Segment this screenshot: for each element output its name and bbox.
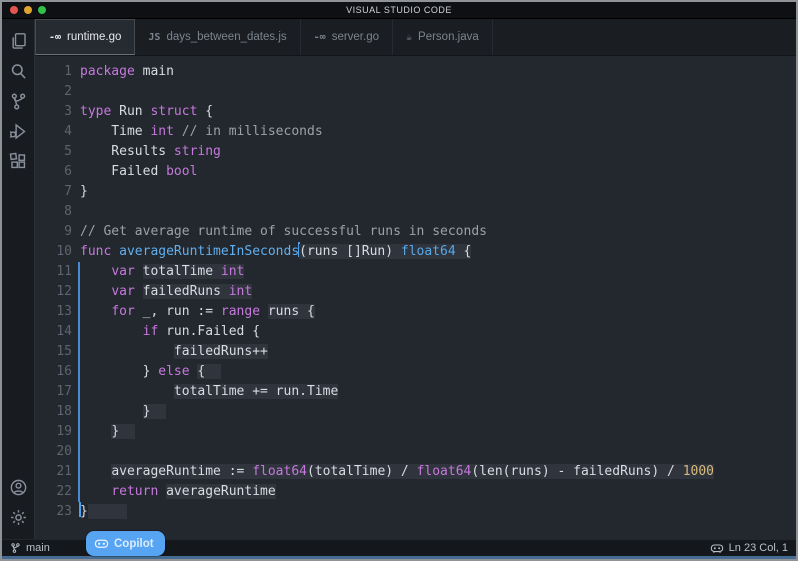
tab-label: Person.java	[418, 31, 479, 43]
line-number: 3	[35, 102, 72, 122]
line-number: 4	[35, 122, 72, 142]
window-bottom-edge	[2, 556, 796, 559]
run-and-debug-icon[interactable]	[4, 117, 32, 145]
code-line[interactable]: 21 averageRuntime := float64(totalTime) …	[35, 462, 796, 482]
code-line[interactable]: 15 failedRuns++	[35, 342, 796, 362]
line-number: 11	[35, 262, 72, 282]
git-branch-icon	[10, 542, 21, 554]
tab-bar: -∞ runtime.go JS days_between_dates.js -…	[35, 19, 796, 56]
go-icon: -∞	[49, 32, 61, 43]
code-line[interactable]: 9// Get average runtime of successful ru…	[35, 222, 796, 242]
explorer-icon[interactable]	[4, 27, 32, 55]
java-icon: ☕	[406, 32, 412, 43]
tab-person-java[interactable]: ☕ Person.java	[393, 19, 493, 55]
activity-bar	[2, 19, 35, 539]
code-line[interactable]: 12 var failedRuns int	[35, 282, 796, 302]
code-line[interactable]: 11 var totalTime int	[35, 262, 796, 282]
line-number: 9	[35, 222, 72, 242]
line-number: 8	[35, 202, 72, 222]
code-line[interactable]: 6 Failed bool	[35, 162, 796, 182]
js-icon: JS	[148, 32, 160, 43]
code-line[interactable]: 13 for _, run := range runs {	[35, 302, 796, 322]
search-icon[interactable]	[4, 57, 32, 85]
line-number: 2	[35, 82, 72, 102]
code-line[interactable]: 22 return averageRuntime	[35, 482, 796, 502]
copilot-badge-label: Copilot	[114, 538, 154, 550]
tab-server-go[interactable]: -∞ server.go	[301, 19, 393, 55]
code-line[interactable]: 17 totalTime += run.Time	[35, 382, 796, 402]
line-number: 21	[35, 462, 72, 482]
tab-label: runtime.go	[67, 31, 121, 43]
copilot-badge[interactable]: Copilot	[86, 531, 165, 556]
line-number: 12	[35, 282, 72, 302]
code-lines: 1package main23type Run struct {4 Time i…	[35, 56, 796, 522]
go-icon: -∞	[314, 32, 326, 43]
editor[interactable]: 1package main23type Run struct {4 Time i…	[35, 56, 796, 539]
active-indent-guide	[78, 262, 80, 502]
line-number: 6	[35, 162, 72, 182]
code-line[interactable]: 20	[35, 442, 796, 462]
code-line[interactable]: 18 }	[35, 402, 796, 422]
line-number: 17	[35, 382, 72, 402]
branch-name: main	[26, 542, 50, 554]
line-number: 13	[35, 302, 72, 322]
tab-label: days_between_dates.js	[166, 31, 286, 43]
git-branch-indicator[interactable]: main	[10, 542, 50, 554]
line-number: 1	[35, 62, 72, 82]
code-line[interactable]: 10func averageRuntimeInSeconds(runs []Ru…	[35, 242, 796, 262]
line-number: 23	[35, 502, 72, 522]
code-line[interactable]: 8	[35, 202, 796, 222]
tab-days-between-dates-js[interactable]: JS days_between_dates.js	[135, 19, 300, 55]
line-number: 16	[35, 362, 72, 382]
vscode-window: Visual Studio Code	[0, 0, 798, 561]
code-line[interactable]: 16 } else {	[35, 362, 796, 382]
window-title: Visual Studio Code	[2, 5, 796, 15]
code-line[interactable]: 23}	[35, 502, 796, 522]
copilot-icon	[94, 538, 109, 550]
line-number: 7	[35, 182, 72, 202]
line-number: 18	[35, 402, 72, 422]
code-line[interactable]: 4 Time int // in milliseconds	[35, 122, 796, 142]
line-number: 5	[35, 142, 72, 162]
cursor-position: Ln 23 Col, 1	[729, 542, 788, 554]
line-number: 20	[35, 442, 72, 462]
cursor-position-indicator[interactable]: Ln 23 Col, 1	[710, 542, 788, 554]
line-number: 14	[35, 322, 72, 342]
code-line[interactable]: 7}	[35, 182, 796, 202]
account-icon[interactable]	[4, 473, 32, 501]
code-line[interactable]: 5 Results string	[35, 142, 796, 162]
titlebar: Visual Studio Code	[2, 2, 796, 19]
code-line[interactable]: 1package main	[35, 62, 796, 82]
extensions-icon[interactable]	[4, 147, 32, 175]
source-control-icon[interactable]	[4, 87, 32, 115]
copilot-icon	[710, 543, 724, 554]
line-number: 22	[35, 482, 72, 502]
line-number: 10	[35, 242, 72, 262]
code-line[interactable]: 2	[35, 82, 796, 102]
code-line[interactable]: 14 if run.Failed {	[35, 322, 796, 342]
tab-label: server.go	[332, 31, 379, 43]
code-line[interactable]: 3type Run struct {	[35, 102, 796, 122]
code-line[interactable]: 19 }	[35, 422, 796, 442]
tab-runtime-go[interactable]: -∞ runtime.go	[35, 19, 135, 55]
settings-gear-icon[interactable]	[4, 503, 32, 531]
line-number: 19	[35, 422, 72, 442]
line-number: 15	[35, 342, 72, 362]
